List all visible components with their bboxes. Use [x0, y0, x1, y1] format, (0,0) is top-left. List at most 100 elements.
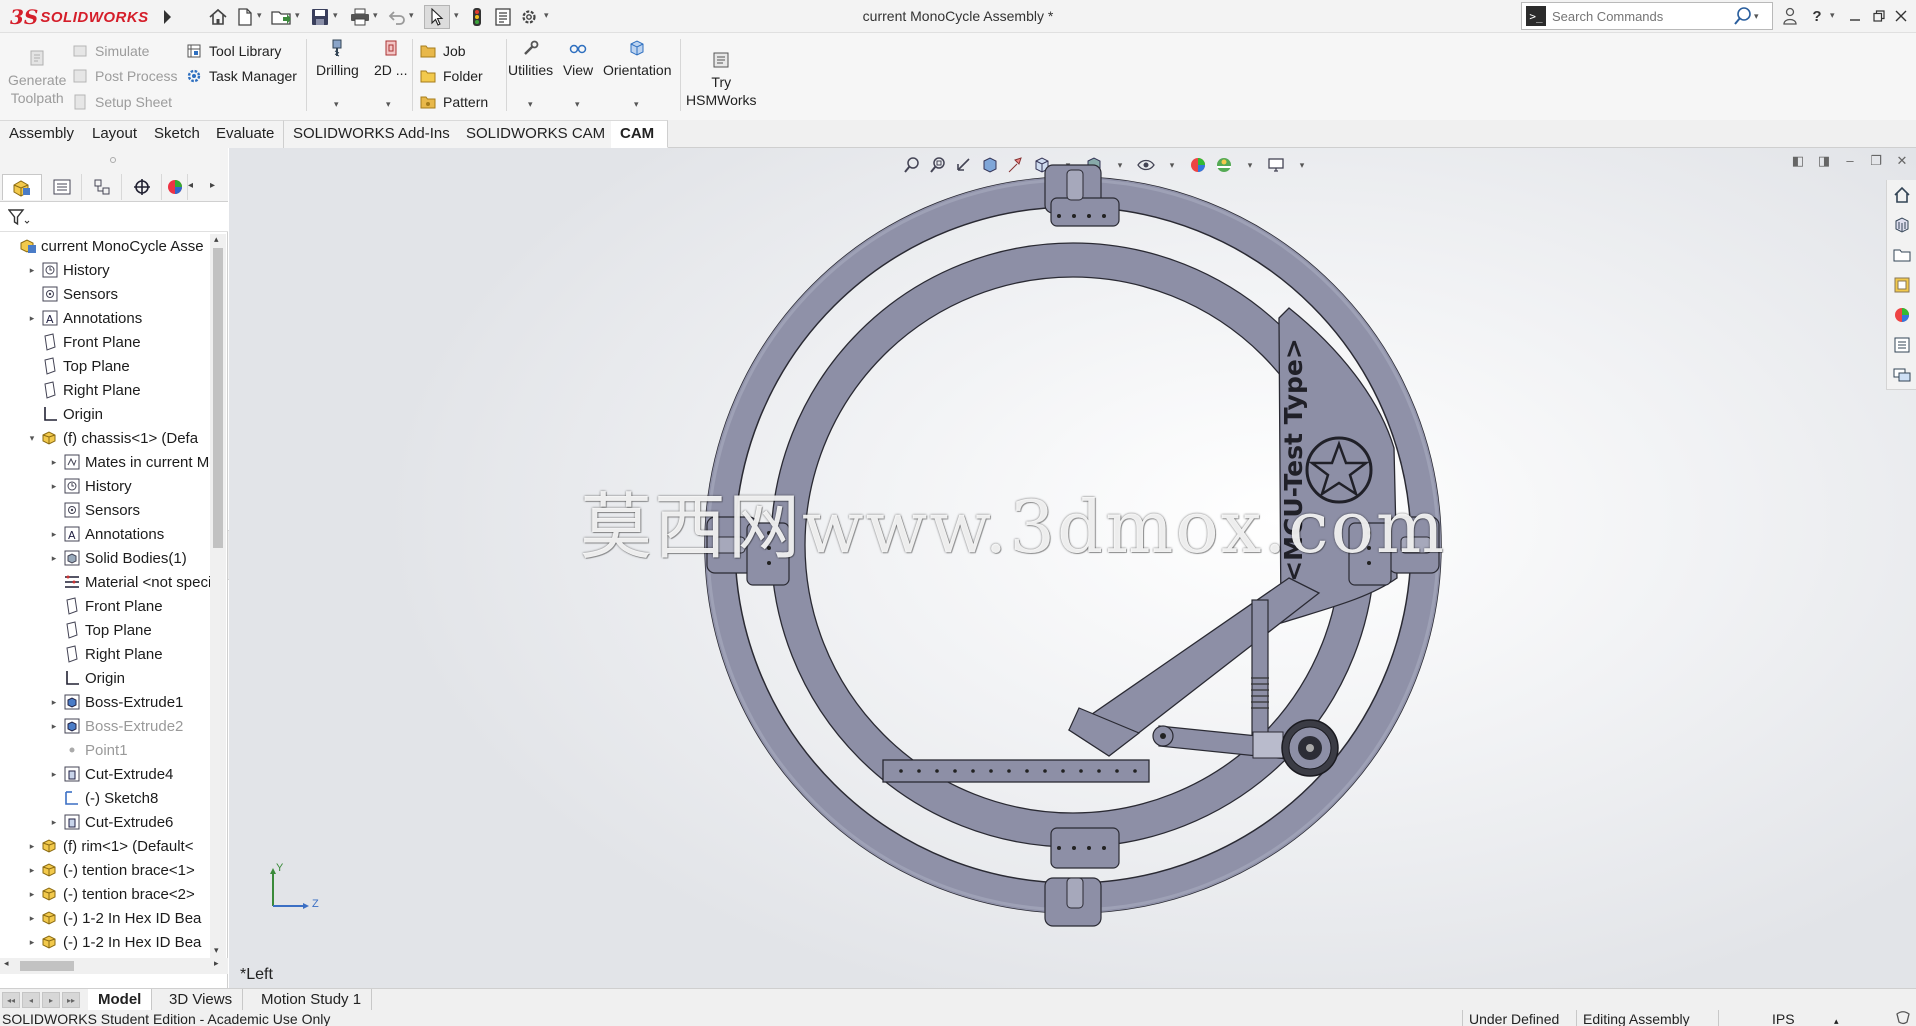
tree-expander-icon[interactable]: ▸: [26, 937, 38, 948]
generate-toolpath-button[interactable]: Generate Toolpath: [8, 49, 66, 107]
print-icon[interactable]: [348, 5, 372, 29]
pattern-button[interactable]: Pattern: [420, 91, 488, 113]
undo-dropdown-icon[interactable]: ▾: [409, 10, 414, 21]
tree-scroll-thumb[interactable]: [213, 248, 223, 548]
tree-item[interactable]: Sensors: [26, 282, 118, 306]
2d-dropdown-icon[interactable]: ▾: [386, 99, 391, 110]
tree-item[interactable]: ▸ (-) 1-2 In Hex ID Bea: [26, 906, 202, 930]
folder-button[interactable]: Folder: [420, 65, 483, 87]
view-button[interactable]: View: [563, 39, 593, 79]
tree-expander-icon[interactable]: ▸: [48, 529, 60, 540]
tree-item[interactable]: Top Plane: [48, 618, 152, 642]
tree-item[interactable]: ▸ History: [26, 258, 110, 282]
open-document-icon[interactable]: [270, 5, 294, 29]
tool-library-button[interactable]: Tool Library: [186, 40, 281, 62]
tree-vertical-scrollbar[interactable]: ▴ ▾: [210, 234, 226, 958]
tree-item[interactable]: Material <not specifi: [48, 570, 210, 594]
tree-expander-icon[interactable]: ▸: [26, 889, 38, 900]
simulate-button[interactable]: Simulate: [72, 40, 149, 62]
tree-item[interactable]: (-) Sketch8: [48, 786, 158, 810]
configuration-manager-tab-icon[interactable]: [82, 174, 122, 200]
tree-item[interactable]: Sensors: [48, 498, 140, 522]
tree-item[interactable]: ▸ (-) 1-2 In Hex ID Bea: [26, 930, 202, 954]
forum-icon[interactable]: [1887, 360, 1916, 390]
tree-expander-icon[interactable]: ▸: [48, 481, 60, 492]
options-gear-icon[interactable]: [518, 5, 540, 29]
tab-solidworks-add-ins[interactable]: SOLIDWORKS Add-Ins: [284, 120, 460, 148]
property-manager-tab-icon[interactable]: [42, 174, 82, 200]
minimize-window-icon[interactable]: [1844, 5, 1866, 27]
first-tab-icon[interactable]: ◂◂: [2, 992, 20, 1008]
units-status[interactable]: IPS: [1772, 1010, 1795, 1026]
tree-item[interactable]: ▾ (f) chassis<1> (Defa: [26, 426, 198, 450]
try-hsmworks-button[interactable]: Try HSMWorks: [686, 51, 757, 109]
select-pointer-icon[interactable]: [424, 5, 450, 29]
tree-expander-icon[interactable]: ▸: [48, 817, 60, 828]
user-account-icon[interactable]: [1779, 5, 1801, 27]
select-dropdown-icon[interactable]: ▾: [454, 10, 459, 21]
tree-hscroll-thumb[interactable]: [20, 961, 74, 971]
post-process-button[interactable]: Post Process: [72, 65, 177, 87]
tree-horizontal-scrollbar[interactable]: ◂ ▸: [0, 958, 228, 974]
solidworks-logo[interactable]: 3S SOLIDWORKS: [10, 5, 149, 29]
tree-expander-icon[interactable]: ▸: [48, 769, 60, 780]
tab-3d-views[interactable]: 3D Views: [159, 989, 244, 1011]
search-commands-input[interactable]: [1552, 8, 1732, 24]
tabs-scroll-left-icon[interactable]: ◂: [188, 180, 193, 191]
tree-item[interactable]: ▸ A Annotations: [26, 306, 143, 330]
file-explorer-icon[interactable]: [1887, 240, 1916, 270]
tree-expander-icon[interactable]: ▸: [26, 865, 38, 876]
solidworks-resources-home-icon[interactable]: [1887, 180, 1916, 210]
tab-evaluate[interactable]: Evaluate: [207, 120, 285, 148]
close-window-icon[interactable]: [1890, 5, 1912, 27]
previous-tab-icon[interactable]: ◂: [22, 992, 40, 1008]
tree-item[interactable]: ▸ Cut-Extrude4: [48, 762, 174, 786]
tree-item[interactable]: Origin: [48, 666, 125, 690]
file-properties-icon[interactable]: [492, 5, 514, 29]
utilities-button[interactable]: Utilities: [508, 39, 553, 79]
undo-icon[interactable]: [386, 5, 408, 29]
tab-cam[interactable]: CAM: [611, 120, 668, 148]
units-dropdown-icon[interactable]: ▴: [1834, 1012, 1839, 1026]
orientation-button[interactable]: Orientation: [603, 39, 671, 79]
tree-expander-icon[interactable]: ▸: [48, 697, 60, 708]
print-dropdown-icon[interactable]: ▾: [373, 10, 378, 21]
scroll-right-icon[interactable]: ▸: [214, 958, 219, 969]
home-icon[interactable]: [206, 5, 230, 29]
drilling-button[interactable]: Drilling: [316, 39, 359, 79]
tree-expander-icon[interactable]: ▸: [48, 553, 60, 564]
design-library-icon[interactable]: [1887, 210, 1916, 240]
tree-item[interactable]: current MonoCycle Asse: [4, 234, 204, 258]
tab-sketch[interactable]: Sketch: [145, 120, 210, 148]
search-dropdown-icon[interactable]: ▾: [1754, 11, 1759, 22]
feature-manager-tab-icon[interactable]: [2, 174, 42, 200]
orientation-dropdown-icon[interactable]: ▾: [634, 99, 639, 110]
quick-tips-icon[interactable]: [1895, 1010, 1911, 1026]
tree-item[interactable]: Right Plane: [26, 378, 141, 402]
tab-model[interactable]: Model: [88, 989, 153, 1011]
tab-layout[interactable]: Layout: [83, 120, 148, 148]
help-button[interactable]: ?: [1806, 5, 1828, 27]
utilities-dropdown-icon[interactable]: ▾: [528, 99, 533, 110]
tree-expander-icon[interactable]: ▸: [26, 841, 38, 852]
tab-solidworks-cam[interactable]: SOLIDWORKS CAM: [457, 120, 616, 148]
vertical-strut[interactable]: [1251, 599, 1269, 751]
new-dropdown-icon[interactable]: ▾: [257, 10, 262, 21]
tree-item[interactable]: ▸ (-) tention brace<1>: [26, 858, 195, 882]
tabs-scroll-right-icon[interactable]: ▸: [210, 180, 215, 191]
tree-item[interactable]: ▸ A Annotations: [48, 522, 165, 546]
tree-item[interactable]: Right Plane: [48, 642, 163, 666]
save-dropdown-icon[interactable]: ▾: [333, 10, 338, 21]
seat-plate[interactable]: [882, 759, 1150, 783]
task-manager-button[interactable]: Task Manager: [186, 65, 297, 87]
last-tab-icon[interactable]: ▸▸: [62, 992, 80, 1008]
next-tab-icon[interactable]: ▸: [42, 992, 60, 1008]
tree-expander-icon[interactable]: ▸: [26, 313, 38, 324]
custom-properties-icon[interactable]: [1887, 330, 1916, 360]
filter-funnel-icon[interactable]: [8, 209, 30, 227]
rebuild-traffic-light-icon[interactable]: [466, 5, 488, 29]
tree-expander-icon[interactable]: ▸: [48, 457, 60, 468]
display-manager-tab-icon[interactable]: [162, 174, 188, 200]
tree-item[interactable]: Origin: [26, 402, 103, 426]
menu-expand-arrow-icon[interactable]: [161, 7, 173, 27]
